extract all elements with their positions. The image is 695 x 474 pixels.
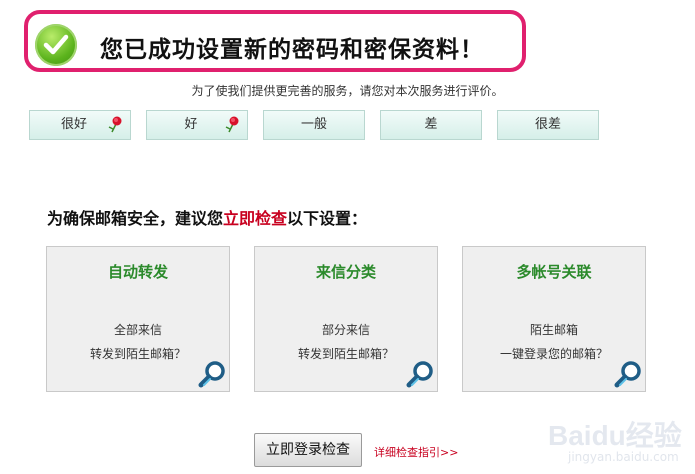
rating-very-bad-button[interactable]: 很差 bbox=[497, 110, 599, 140]
magnifier-icon[interactable] bbox=[197, 359, 227, 389]
card-title: 自动转发 bbox=[107, 263, 168, 281]
watermark-brand: Baidu经验 bbox=[548, 420, 682, 451]
rating-label: 一般 bbox=[300, 117, 327, 132]
card-line: 全部来信 bbox=[113, 323, 162, 337]
flower-icon bbox=[108, 116, 122, 133]
watermark-site: jingyan.baidu.com bbox=[568, 450, 679, 464]
rating-label: 很差 bbox=[534, 117, 561, 132]
card-line: 部分来信 bbox=[321, 323, 370, 337]
security-heading-suffix: 以下设置： bbox=[287, 209, 368, 228]
rating-bad-button[interactable]: 差 bbox=[380, 110, 482, 140]
rating-label: 差 bbox=[424, 117, 438, 132]
card-title: 来信分类 bbox=[315, 263, 376, 281]
security-heading-prefix: 为确保邮箱安全，建议您 bbox=[47, 209, 224, 228]
card-mail-filter[interactable]: 来信分类 部分来信 转发到陌生邮箱？ bbox=[254, 246, 438, 392]
detailed-guide-link[interactable]: 详细检查指引>> bbox=[374, 444, 458, 460]
card-auto-forward[interactable]: 自动转发 全部来信 转发到陌生邮箱？ bbox=[46, 246, 230, 392]
card-linked-accounts[interactable]: 多帐号关联 陌生邮箱 一键登录您的邮箱？ bbox=[462, 246, 646, 392]
card-line: 陌生邮箱 bbox=[529, 323, 578, 337]
magnifier-icon[interactable] bbox=[613, 359, 643, 389]
baidu-watermark: Baidu经验 jingyan.baidu.com bbox=[548, 404, 688, 470]
rating-good-button[interactable]: 好 bbox=[146, 110, 248, 140]
checkmark-icon bbox=[35, 24, 77, 66]
security-heading: 为确保邮箱安全，建议您立即检查以下设置： bbox=[47, 205, 367, 229]
success-title: 您已成功设置新的密码和密保资料！ bbox=[100, 37, 484, 63]
rating-label: 好 bbox=[184, 117, 198, 132]
rating-label: 很好 bbox=[60, 117, 87, 132]
survey-prompt: 为了使我们提供更完善的服务，请您对本次服务进行评价。 bbox=[191, 84, 504, 98]
check-now-button[interactable]: 立即登录检查 bbox=[254, 433, 362, 467]
card-title: 多帐号关联 bbox=[516, 263, 592, 281]
magnifier-icon[interactable] bbox=[405, 359, 435, 389]
flower-icon bbox=[225, 116, 239, 133]
rating-very-good-button[interactable]: 很好 bbox=[29, 110, 131, 140]
rating-average-button[interactable]: 一般 bbox=[263, 110, 365, 140]
check-now-highlight: 立即检查 bbox=[223, 209, 288, 228]
